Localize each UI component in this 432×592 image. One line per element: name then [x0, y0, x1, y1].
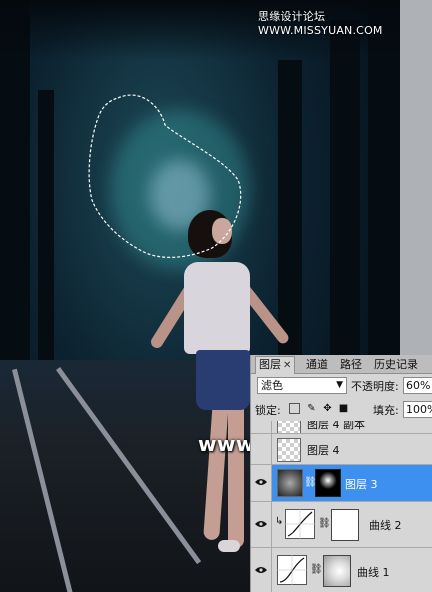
clip-arrow-icon: ↳ — [275, 516, 284, 527]
lock-paint-icon[interactable]: ✎ — [306, 403, 317, 414]
layer-list: 图层 4 副本 图层 4 ⛓ 图层 3 ↳ ⛓ 曲线 2 ⛓ 曲线 1 — [251, 421, 432, 592]
eye-icon — [255, 520, 267, 527]
tab-channels[interactable]: 通道 — [303, 357, 331, 373]
eye-icon — [255, 567, 267, 573]
tab-layers[interactable]: 图层 ✕ — [255, 356, 296, 374]
layer-row[interactable]: ↳ ⛓ 曲线 2 — [251, 501, 432, 547]
tab-paths[interactable]: 路径 — [337, 357, 365, 373]
link-icon: ⛓ — [310, 564, 323, 575]
layer-name: 图层 4 副本 — [307, 421, 365, 431]
tab-history[interactable]: 历史记录 — [371, 357, 421, 373]
chevron-down-icon: ▼ — [336, 380, 343, 390]
layer-name: 图层 4 — [307, 444, 340, 457]
visibility-toggle[interactable] — [251, 434, 272, 464]
layer-row-selected[interactable]: ⛓ 图层 3 — [251, 464, 432, 501]
layer-thumbnail — [277, 438, 301, 462]
visibility-toggle[interactable] — [251, 502, 272, 547]
mask-thumbnail — [323, 555, 351, 587]
mask-thumbnail — [315, 469, 341, 497]
curves-icon — [277, 555, 307, 585]
close-icon[interactable]: ✕ — [283, 360, 291, 371]
visibility-toggle[interactable] — [251, 548, 272, 592]
layers-panel: 图层 ✕ 通道 路径 历史记录 滤色 ▼ 不透明度: 60% 锁定: ✎ ✥ ■ … — [250, 355, 432, 592]
layer-name: 图层 3 — [345, 478, 378, 491]
curves-icon — [285, 509, 315, 539]
blend-mode-select[interactable]: 滤色 ▼ — [257, 377, 347, 394]
mask-thumbnail — [331, 509, 359, 541]
layer-name: 曲线 1 — [357, 566, 390, 579]
opacity-label: 不透明度: — [351, 380, 399, 393]
lock-row: 锁定: ✎ ✥ ■ 填充: 100% — [255, 401, 432, 419]
layer-name: 曲线 2 — [369, 519, 402, 532]
fill-label: 填充: — [373, 404, 399, 417]
photoshop-workspace: 思缘设计论坛 WWW.MISSYUAN.COM www.68ps.com 图层✕… — [0, 0, 432, 592]
visibility-toggle[interactable] — [251, 465, 272, 501]
link-icon: ⛓ — [318, 518, 331, 529]
canvas-gray-background — [400, 0, 432, 355]
layer-row[interactable]: ⛓ 曲线 1 — [251, 547, 432, 592]
tab-label: 图层 — [259, 358, 281, 371]
watermark-top: 思缘设计论坛 WWW.MISSYUAN.COM — [258, 10, 383, 37]
panel-tabs: 图层 ✕ 通道 路径 历史记录 — [251, 355, 432, 374]
lock-label: 锁定: — [255, 404, 281, 417]
lock-all-icon[interactable]: ■ — [338, 403, 349, 414]
fill-input[interactable]: 100% — [403, 401, 432, 418]
lock-transparent-icon[interactable] — [289, 403, 300, 414]
eye-icon — [255, 479, 267, 485]
blend-row: 滤色 ▼ 不透明度: 60% — [255, 377, 432, 395]
layer-row[interactable]: 图层 4 — [251, 433, 432, 464]
lock-move-icon[interactable]: ✥ — [322, 403, 333, 414]
blend-mode-value: 滤色 — [261, 379, 283, 392]
opacity-input[interactable]: 60% — [403, 377, 432, 394]
layer-thumbnail — [277, 469, 303, 497]
